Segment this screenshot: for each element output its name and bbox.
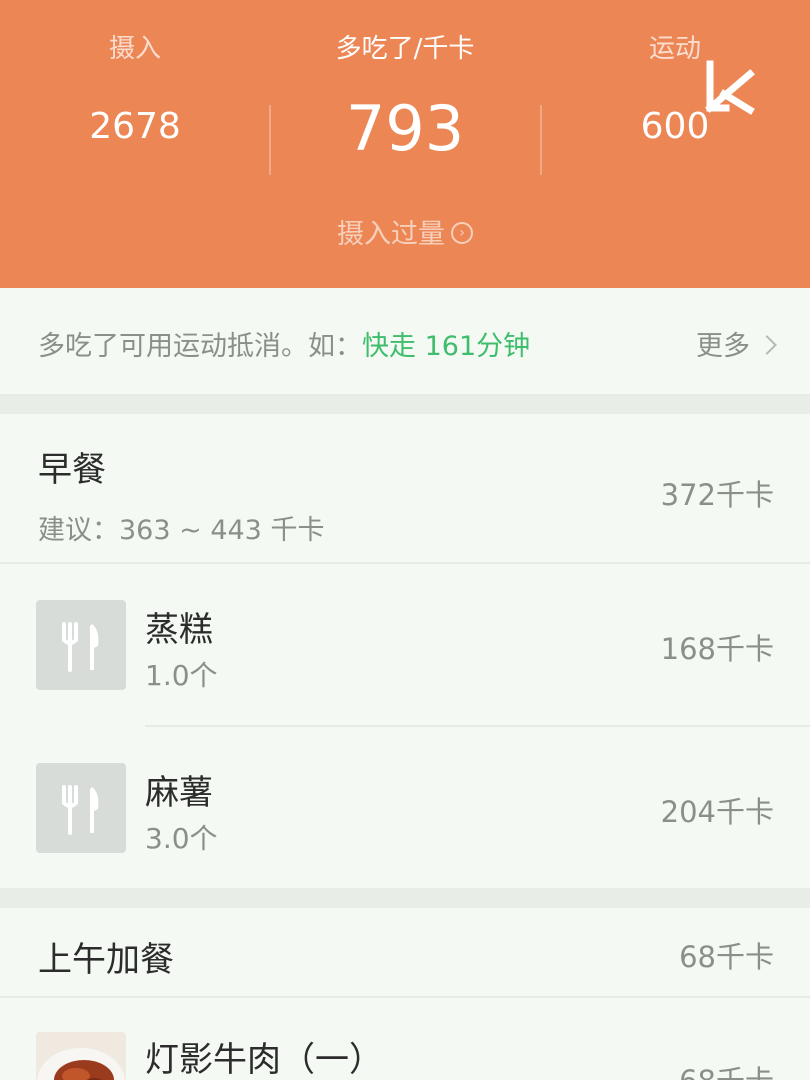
fork-knife-icon: [62, 785, 99, 835]
meal-name: 上午加餐: [38, 940, 174, 980]
food-name: 麻薯: [145, 773, 213, 813]
more-link[interactable]: 更多: [696, 324, 777, 363]
food-item[interactable]: 灯影牛肉（一） 68千卡: [0, 998, 810, 1080]
food-thumbnail: [36, 600, 126, 690]
status-text: 摄入过量: [337, 219, 445, 250]
food-name: 灯影牛肉（一）: [145, 1040, 383, 1080]
section-gap: [0, 396, 810, 414]
overeaten-label: 多吃了/千卡: [335, 34, 475, 64]
more-label: 更多: [696, 331, 750, 362]
chevron-right-icon: [757, 335, 777, 355]
calorie-summary-header: 摄入 2678 多吃了/千卡 793 运动 600 摄入过量 ›: [0, 0, 810, 288]
meal-suggestion: 建议：363 ~ 443 千卡: [38, 515, 325, 546]
section-gap: [0, 888, 810, 908]
chevron-circle-right-icon: ›: [451, 221, 473, 244]
fork-knife-icon: [62, 622, 99, 672]
exercise-tip-row[interactable]: 多吃了可用运动抵消。如：快走 161分钟 更多: [0, 288, 810, 396]
tip-prefix: 多吃了可用运动抵消。如：: [38, 331, 362, 362]
food-quantity: 3.0个: [145, 822, 218, 855]
divider: [540, 105, 542, 175]
intake-value: 2678: [89, 106, 181, 147]
food-thumbnail: [36, 763, 126, 853]
tip-highlight: 快走 161分钟: [362, 331, 531, 362]
food-name: 蒸糕: [145, 610, 213, 650]
food-quantity: 1.0个: [145, 659, 218, 692]
food-kcal: 168千卡: [660, 632, 774, 666]
food-kcal: 204千卡: [660, 795, 774, 829]
food-photo-image: [36, 1032, 126, 1080]
intake-label: 摄入: [108, 34, 161, 64]
food-kcal: 68千卡: [679, 1058, 774, 1080]
k-logo-icon[interactable]: [700, 58, 760, 118]
food-item[interactable]: 麻薯 3.0个 204千卡: [0, 727, 810, 889]
meal-name: 早餐: [38, 450, 106, 490]
meal-kcal: 68千卡: [679, 940, 774, 974]
meal-header-morning-snack[interactable]: 上午加餐 68千卡: [0, 908, 810, 996]
status-link[interactable]: 摄入过量 ›: [0, 212, 810, 251]
meal-header-breakfast[interactable]: 早餐 建议：363 ~ 443 千卡 372千卡: [0, 414, 810, 562]
food-photo: [36, 1032, 126, 1080]
overeaten-value: 793: [345, 92, 465, 165]
food-item[interactable]: 蒸糕 1.0个 168千卡: [0, 564, 810, 726]
meal-kcal: 372千卡: [660, 478, 774, 512]
tip-text: 多吃了可用运动抵消。如：快走 161分钟: [38, 324, 530, 363]
